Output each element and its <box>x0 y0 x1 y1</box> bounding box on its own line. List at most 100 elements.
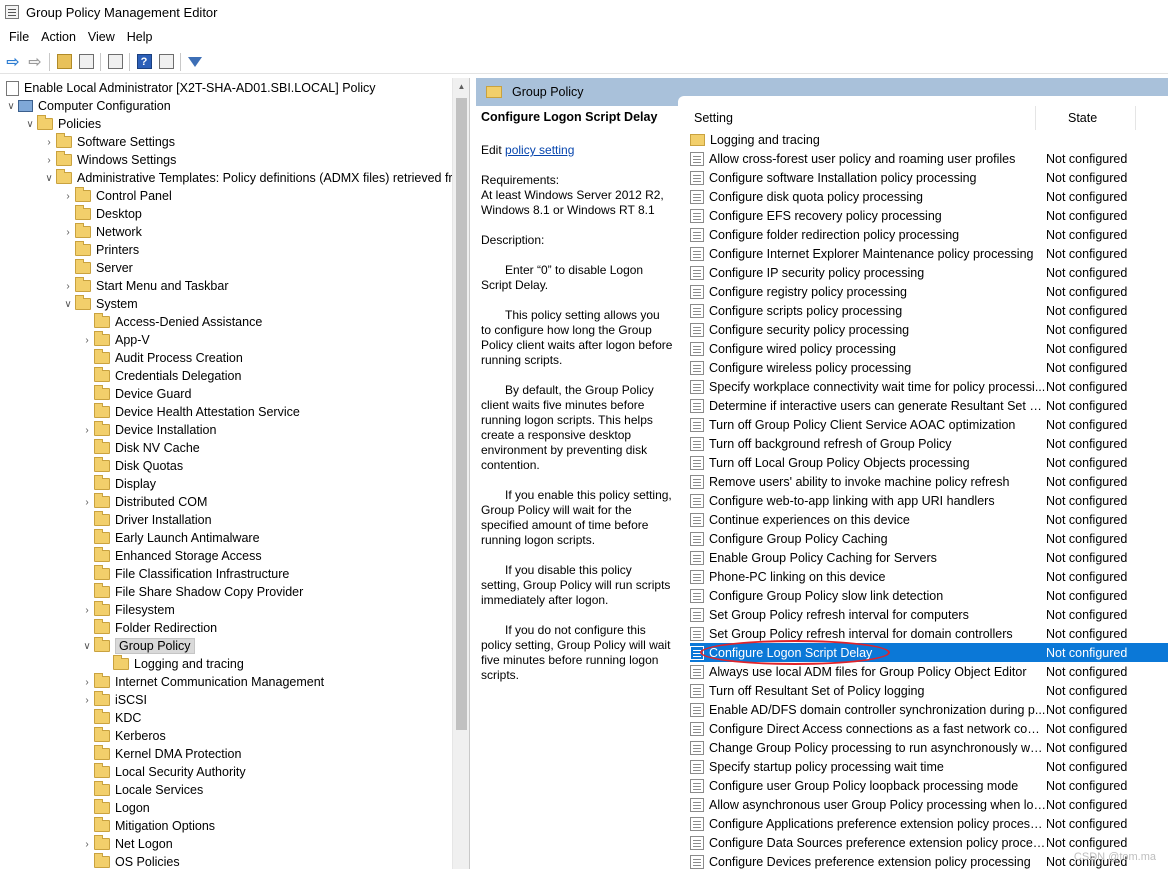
policy-row[interactable]: Configure folder redirection policy proc… <box>690 225 1168 244</box>
tree-item[interactable]: Desktop <box>61 205 142 223</box>
tree-item[interactable]: OS Policies <box>80 853 180 869</box>
policy-row[interactable]: Always use local ADM files for Group Pol… <box>690 662 1168 681</box>
policy-row[interactable]: Phone-PC linking on this device Not confi… <box>690 567 1168 586</box>
tree-item[interactable]: › Software Settings <box>42 133 175 151</box>
tree-item[interactable]: Device Health Attestation Service <box>80 403 300 421</box>
column-state[interactable]: State <box>1036 106 1136 130</box>
policy-setting-link[interactable]: policy setting <box>505 143 574 157</box>
policy-row[interactable]: Allow cross-forest user policy and roami… <box>690 149 1168 168</box>
policy-row[interactable]: Turn off background refresh of Group Pol… <box>690 434 1168 453</box>
policy-row[interactable]: Configure Group Policy Caching Not config… <box>690 529 1168 548</box>
tree-item[interactable]: KDC <box>80 709 141 727</box>
expand-icon[interactable]: › <box>61 277 75 295</box>
tree-item[interactable]: Early Launch Antimalware <box>80 529 260 547</box>
export-list-icon[interactable] <box>104 51 126 73</box>
show-hide-tree-icon[interactable] <box>75 51 97 73</box>
policy-row[interactable]: Turn off Local Group Policy Objects proc… <box>690 453 1168 472</box>
expand-icon[interactable]: › <box>80 493 94 511</box>
tree-item[interactable]: › iSCSI <box>80 691 147 709</box>
tree-item[interactable]: Kerberos <box>80 727 166 745</box>
tree-item[interactable]: ∨ Administrative Templates: Policy defini… <box>42 169 469 187</box>
expand-icon[interactable]: › <box>80 835 94 853</box>
tree-item[interactable]: Folder Redirection <box>80 619 217 637</box>
tree-item[interactable]: Driver Installation <box>80 511 212 529</box>
scroll-thumb[interactable] <box>456 98 467 730</box>
tree-item[interactable]: Display <box>80 475 156 493</box>
policy-row[interactable]: Configure Internet Explorer Maintenance … <box>690 244 1168 263</box>
properties-icon[interactable] <box>155 51 177 73</box>
collapse-icon[interactable]: ∨ <box>4 97 18 115</box>
policy-row[interactable]: Configure web-to-app linking with app UR… <box>690 491 1168 510</box>
policy-row[interactable]: Remove users' ability to invoke machine … <box>690 472 1168 491</box>
expand-icon[interactable]: › <box>42 151 56 169</box>
tree-item[interactable]: › Control Panel <box>61 187 172 205</box>
policy-row[interactable]: Specify workplace connectivity wait time… <box>690 377 1168 396</box>
policy-row[interactable]: Turn off Resultant Set of Policy logging… <box>690 681 1168 700</box>
folder-row[interactable]: Logging and tracing <box>690 130 1168 149</box>
policy-row[interactable]: Determine if interactive users can gener… <box>690 396 1168 415</box>
tree-item[interactable]: › Net Logon <box>80 835 173 853</box>
policy-row[interactable]: Configure registry policy processing Not … <box>690 282 1168 301</box>
filter-icon[interactable] <box>184 51 206 73</box>
collapse-icon[interactable]: ∨ <box>23 115 37 133</box>
help-icon[interactable]: ? <box>133 51 155 73</box>
tree-item[interactable]: Disk NV Cache <box>80 439 200 457</box>
policy-row[interactable]: Configure IP security policy processing N… <box>690 263 1168 282</box>
tree-item[interactable]: Local Security Authority <box>80 763 246 781</box>
tree-item[interactable]: File Share Shadow Copy Provider <box>80 583 303 601</box>
tree-item[interactable]: Device Guard <box>80 385 191 403</box>
tree-item[interactable]: Enable Local Administrator [X2T-SHA-AD01… <box>4 79 376 97</box>
collapse-icon[interactable]: ∨ <box>42 169 56 187</box>
tree-item[interactable]: Logging and tracing <box>99 655 244 673</box>
tree-item[interactable]: ∨ Computer Configuration <box>4 97 170 115</box>
policy-row[interactable]: Configure scripts policy processing Not c… <box>690 301 1168 320</box>
tree-item[interactable]: Disk Quotas <box>80 457 183 475</box>
policy-row[interactable]: Configure wired policy processing Not con… <box>690 339 1168 358</box>
expand-icon[interactable]: › <box>80 673 94 691</box>
policy-row[interactable]: Set Group Policy refresh interval for co… <box>690 605 1168 624</box>
tree-item[interactable]: › Distributed COM <box>80 493 207 511</box>
tree-item[interactable]: Logon <box>80 799 150 817</box>
tree-item[interactable]: ∨ Policies <box>23 115 101 133</box>
menu-view[interactable]: View <box>83 30 120 44</box>
policy-row[interactable]: Specify startup policy processing wait t… <box>690 757 1168 776</box>
tree-item[interactable]: › App-V <box>80 331 150 349</box>
policy-row[interactable]: Turn off Group Policy Client Service AOA… <box>690 415 1168 434</box>
policy-row[interactable]: Configure Group Policy slow link detecti… <box>690 586 1168 605</box>
tree-scrollbar[interactable]: ▲ <box>452 78 469 869</box>
policy-row[interactable]: Configure wireless policy processing Not … <box>690 358 1168 377</box>
policy-row[interactable]: Configure software Installation policy p… <box>690 168 1168 187</box>
up-folder-icon[interactable] <box>53 51 75 73</box>
policy-row[interactable]: Configure Data Sources preference extens… <box>690 833 1168 852</box>
tree-item[interactable]: ∨ System <box>61 295 138 313</box>
tree-item[interactable]: Locale Services <box>80 781 203 799</box>
scroll-up-icon[interactable]: ▲ <box>453 78 470 95</box>
policy-row[interactable]: Configure user Group Policy loopback pro… <box>690 776 1168 795</box>
tree-item[interactable]: Audit Process Creation <box>80 349 243 367</box>
menu-file[interactable]: File <box>4 30 34 44</box>
collapse-icon[interactable]: ∨ <box>61 295 75 313</box>
tree-item[interactable]: Server <box>61 259 133 277</box>
tree-item[interactable]: › Filesystem <box>80 601 175 619</box>
expand-icon[interactable]: › <box>61 187 75 205</box>
policy-row[interactable]: Configure security policy processing Not … <box>690 320 1168 339</box>
expand-icon[interactable]: › <box>80 691 94 709</box>
expand-icon[interactable]: › <box>80 421 94 439</box>
tree-item[interactable]: › Device Installation <box>80 421 216 439</box>
expand-icon[interactable]: › <box>80 331 94 349</box>
tree-item[interactable]: › Network <box>61 223 142 241</box>
tree-item[interactable]: › Internet Communication Management <box>80 673 324 691</box>
tree-item[interactable]: Credentials Delegation <box>80 367 241 385</box>
forward-icon[interactable]: ⇨ <box>24 51 46 73</box>
policy-row[interactable]: Enable AD/DFS domain controller synchron… <box>690 700 1168 719</box>
expand-icon[interactable]: › <box>80 601 94 619</box>
policy-row[interactable]: Enable Group Policy Caching for Servers N… <box>690 548 1168 567</box>
policy-row[interactable]: Configure EFS recovery policy processing… <box>690 206 1168 225</box>
column-setting[interactable]: Setting <box>690 106 1036 130</box>
tree-item[interactable]: › Start Menu and Taskbar <box>61 277 228 295</box>
menu-action[interactable]: Action <box>36 30 81 44</box>
tree-item[interactable]: Mitigation Options <box>80 817 215 835</box>
expand-icon[interactable]: › <box>42 133 56 151</box>
policy-row[interactable]: Configure Applications preference extens… <box>690 814 1168 833</box>
policy-row[interactable]: Change Group Policy processing to run as… <box>690 738 1168 757</box>
